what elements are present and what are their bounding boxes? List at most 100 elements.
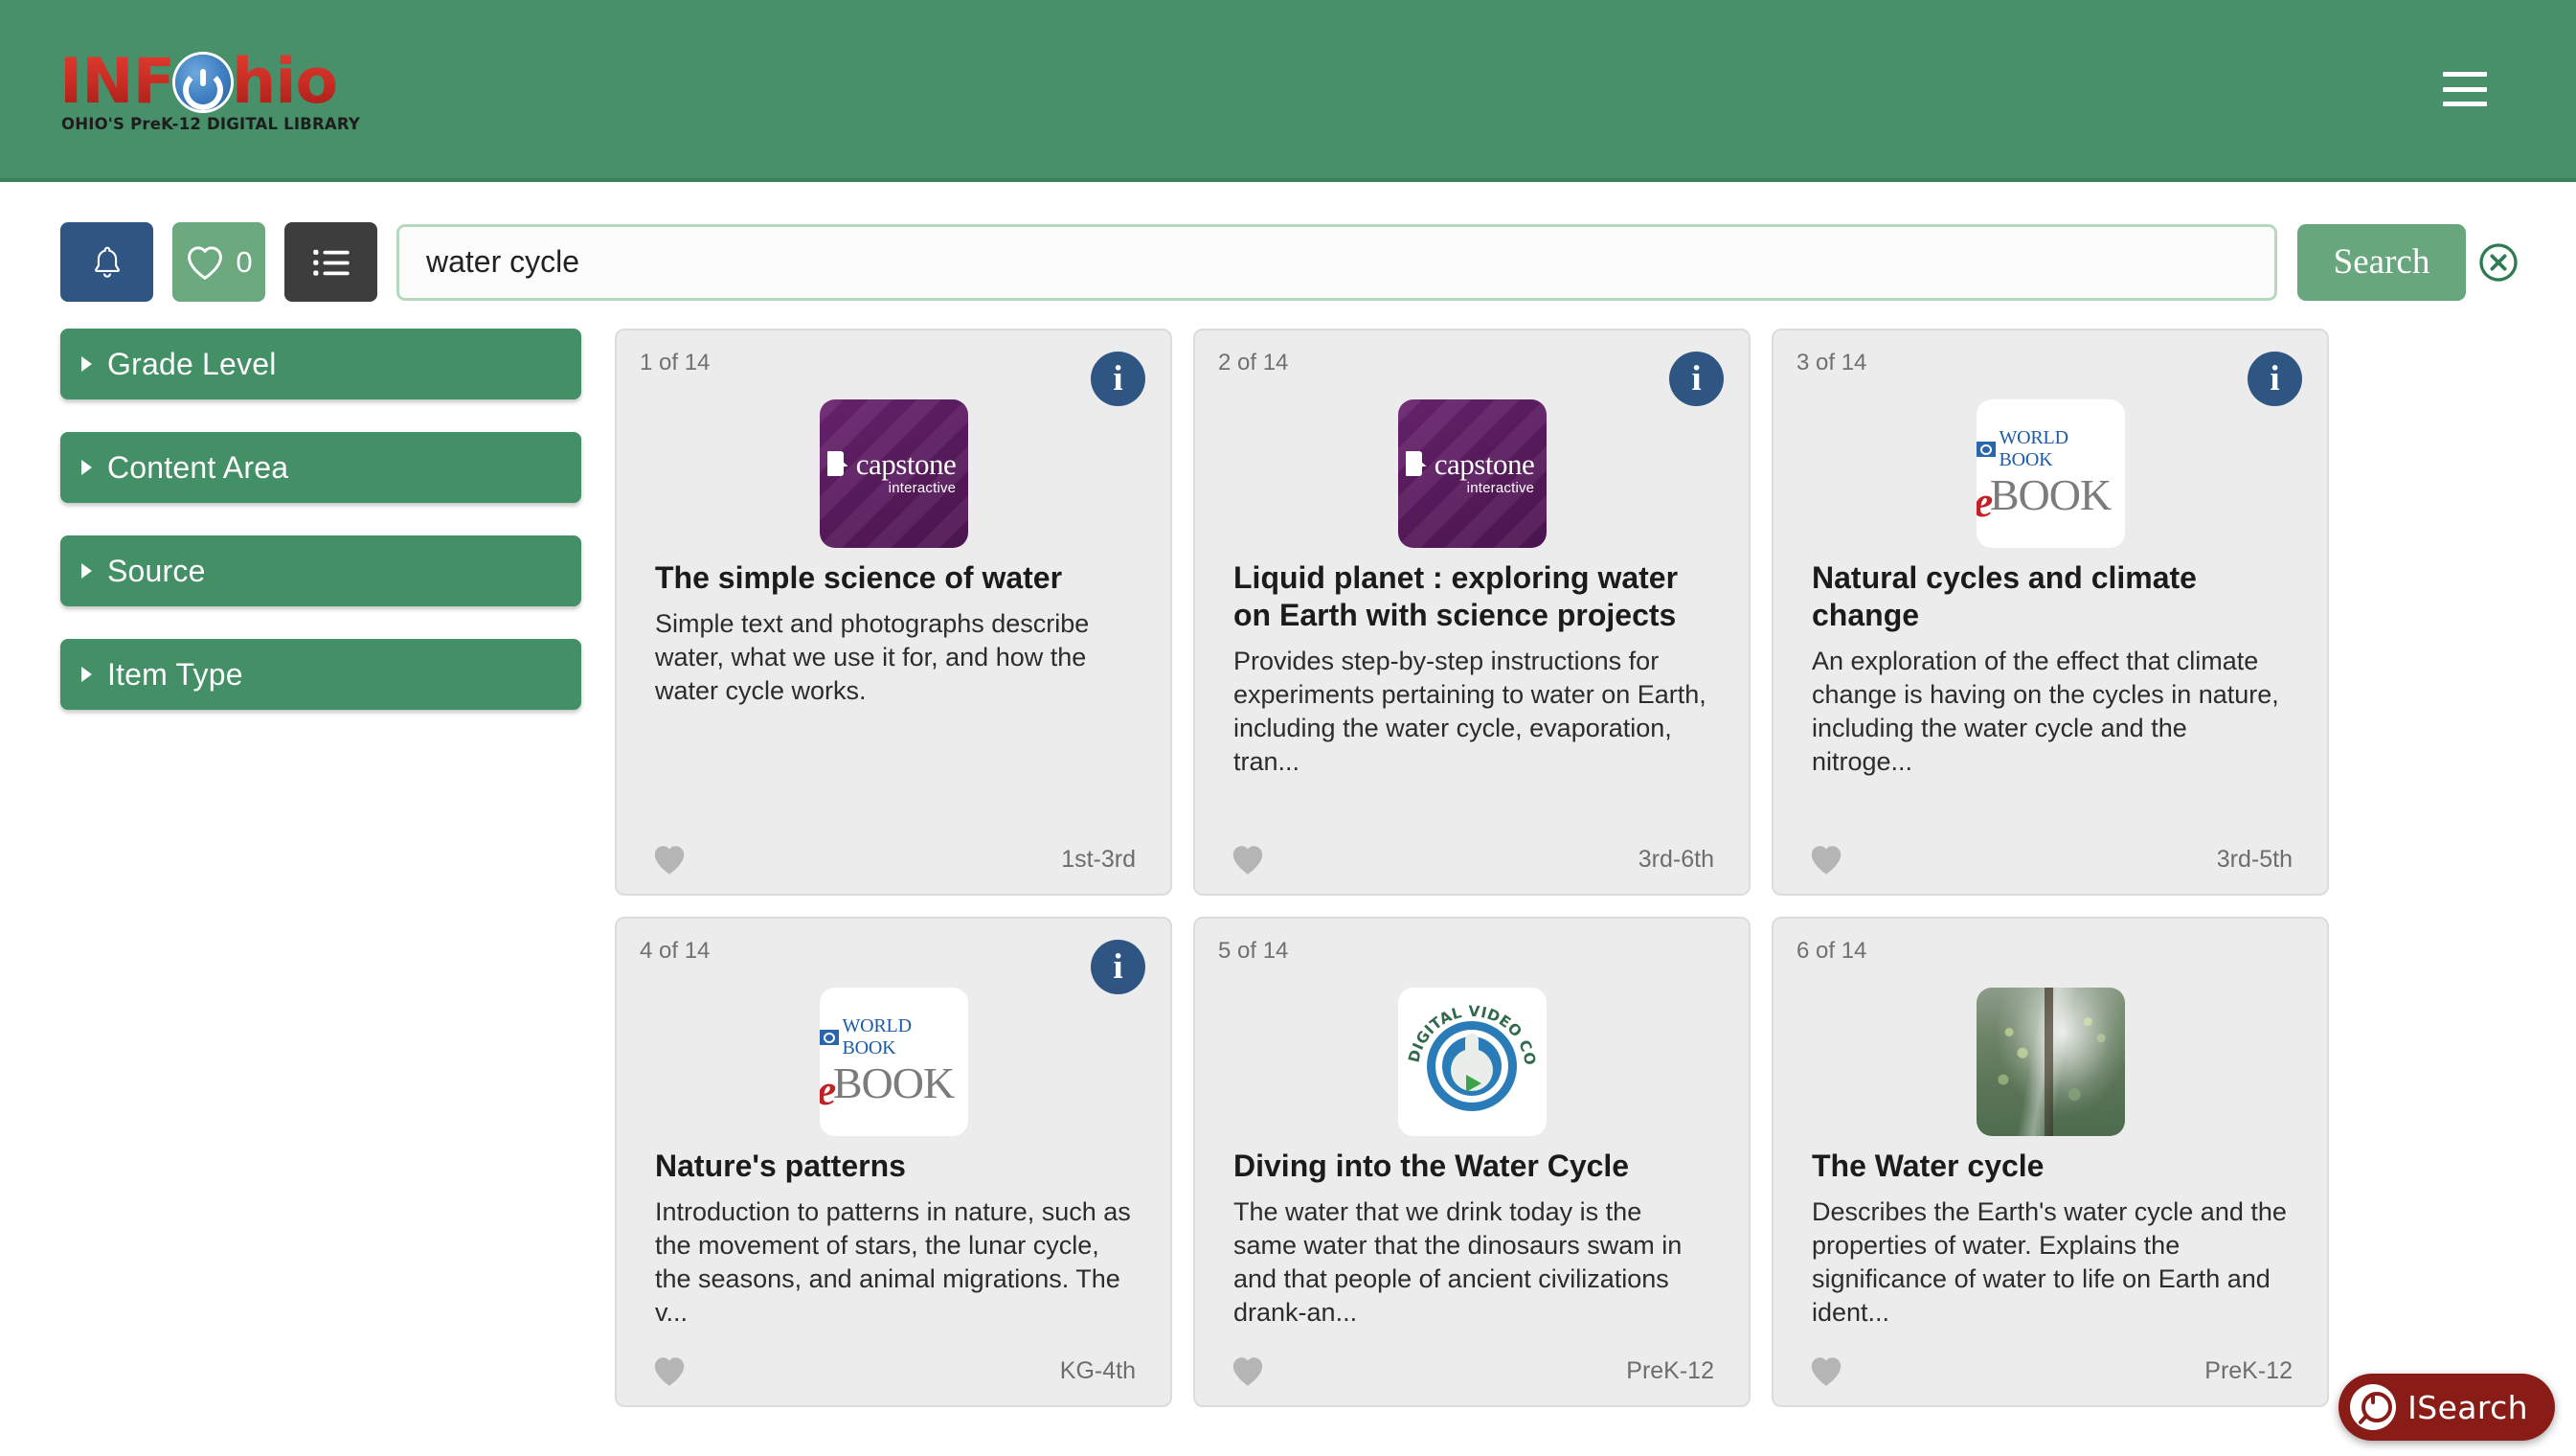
heart-icon[interactable] [651,1354,688,1388]
info-icon[interactable]: i [1091,352,1145,406]
card-thumbnail: capstone interactive [819,399,968,548]
heart-icon[interactable] [1808,843,1844,876]
capstone-interactive-logo: capstone interactive [819,399,968,548]
card-footer: KG-4th [651,1354,1136,1388]
facet-source[interactable]: Source [60,535,581,606]
forest-photo-thumbnail [1976,988,2125,1136]
card-footer: 3rd-5th [1808,843,2293,876]
card-description: Simple text and photographs describe wat… [655,609,1090,706]
facet-label: Grade Level [107,346,277,381]
card-title[interactable]: Nature's patterns [655,1148,1132,1185]
capstone-interactive-logo: capstone interactive [1397,399,1547,548]
info-icon[interactable]: i [2248,352,2302,406]
facet-label: Item Type [107,656,243,692]
result-card[interactable]: 5 of 14 DIGITAL VIDEO CO Diving into the… [1193,917,1751,1407]
hamburger-bar [2443,72,2487,77]
facet-label: Source [107,553,206,588]
result-card[interactable]: 1 of 14 i capstone interactive The simpl… [615,329,1172,896]
heart-icon [188,245,223,280]
power-line [2371,1395,2376,1404]
card-thumbnail: WORLD BOOK e BOOK [819,988,968,1136]
search-toolbar: 0 Search [0,182,2576,302]
ebook-wordmark: BOOK [832,1058,955,1107]
card-description: Describes the Earth's water cycle and th… [1812,1197,2287,1328]
heart-icon[interactable] [1230,1354,1266,1388]
search-input[interactable] [396,223,2277,301]
grade-range-label: 3rd-5th [2216,846,2293,873]
world-book-ebook-logo: WORLD BOOK e BOOK [1976,399,2125,548]
logo-tagline: OHIO'S PreK-12 DIGITAL LIBRARY [61,115,360,133]
card-footer: 3rd-6th [1230,843,1714,876]
chevron-right-icon [81,356,92,372]
capstone-subtitle: interactive [1466,480,1535,496]
isearch-label: ISearch [2407,1388,2528,1426]
card-thumbnail [1976,988,2125,1136]
card-title[interactable]: Diving into the Water Cycle [1233,1148,1710,1185]
card-thumbnail: DIGITAL VIDEO COLLECTION [1397,988,1547,1136]
card-title[interactable]: Natural cycles and climate change [1812,559,2289,634]
result-card[interactable]: 3 of 14 i WORLD BOOK e BOOK Natural cycl… [1772,329,2329,896]
card-footer: 1st-3rd [651,843,1136,876]
card-index-label: 1 of 14 [640,350,711,375]
logo-text-inf: INF [59,46,175,118]
facet-item-type[interactable]: Item Type [60,639,581,710]
facet-content-area[interactable]: Content Area [60,432,581,503]
card-title[interactable]: The Water cycle [1812,1148,2289,1185]
world-book-wordmark: WORLD BOOK [1999,427,2069,470]
card-thumbnail: WORLD BOOK e BOOK [1976,399,2125,548]
ebook-e-letter: e [820,1064,837,1115]
list-icon [312,249,350,276]
heart-icon[interactable] [1230,843,1266,876]
card-description: An exploration of the effect that climat… [1812,647,2279,777]
isearch-power-magnifier-icon [2350,1384,2397,1430]
card-index-label: 2 of 14 [1218,350,1289,375]
card-description: The water that we drink today is the sam… [1233,1197,1683,1328]
site-logo[interactable]: INF hio OHIO'S PreK-12 DIGITAL LIBRARY [59,51,360,133]
world-book-wordmark: WORLD BOOK [842,1015,913,1058]
clear-search-icon[interactable] [2478,242,2519,283]
capstone-subtitle: interactive [888,480,957,496]
hamburger-bar [2443,102,2487,106]
facet-grade-level[interactable]: Grade Level [60,329,581,399]
hamburger-menu-icon[interactable] [2443,72,2487,106]
favorites-button[interactable]: 0 [172,222,265,302]
grade-range-label: PreK-12 [1626,1357,1714,1384]
logo-wordmark: INF hio [59,51,360,113]
digital-video-collection-logo: DIGITAL VIDEO COLLECTION [1397,988,1547,1136]
card-description: Provides step-by-step instructions for e… [1233,647,1706,777]
card-thumbnail: capstone interactive [1397,399,1547,548]
result-card[interactable]: 6 of 14 The Water cycle Describes the Ea… [1772,917,2329,1407]
result-card[interactable]: 2 of 14 i capstone interactive Liquid pl… [1193,329,1751,896]
alerts-button[interactable] [60,222,153,302]
card-description: Introduction to patterns in nature, such… [655,1197,1131,1328]
power-button-icon [175,54,231,110]
facet-sidebar: Grade Level Content Area Source Item Typ… [0,329,615,1407]
dvc-circular-logo: DIGITAL VIDEO COLLECTION [1405,995,1539,1111]
ebook-wordmark: BOOK [1989,470,2112,519]
card-index-label: 4 of 14 [640,938,711,964]
heart-icon[interactable] [651,843,688,876]
grade-range-label: 1st-3rd [1061,846,1136,873]
facet-label: Content Area [107,449,289,485]
heart-icon[interactable] [1808,1354,1844,1388]
logo-text-hio: hio [232,46,338,118]
isearch-floating-button[interactable]: ISearch [2339,1374,2555,1441]
search-button[interactable]: Search [2297,223,2466,301]
main-content: Grade Level Content Area Source Item Typ… [0,302,2576,1407]
grade-range-label: KG-4th [1059,1357,1136,1384]
favorites-count: 0 [236,244,253,279]
card-index-label: 5 of 14 [1218,938,1289,964]
site-header: INF hio OHIO'S PreK-12 DIGITAL LIBRARY [0,0,2576,182]
globe-icon [1976,442,1996,457]
info-icon[interactable]: i [1669,352,1724,406]
card-index-label: 6 of 14 [1796,938,1867,964]
chevron-right-icon [81,667,92,682]
list-view-button[interactable] [284,222,377,302]
book-cursor-icon [826,451,852,478]
card-title[interactable]: The simple science of water [655,559,1132,597]
grade-range-label: PreK-12 [2204,1357,2293,1384]
info-icon[interactable]: i [1091,940,1145,994]
result-card[interactable]: 4 of 14 i WORLD BOOK e BOOK Nature's pat… [615,917,1172,1407]
card-footer: PreK-12 [1808,1354,2293,1388]
card-title[interactable]: Liquid planet : exploring water on Earth… [1233,559,1710,634]
